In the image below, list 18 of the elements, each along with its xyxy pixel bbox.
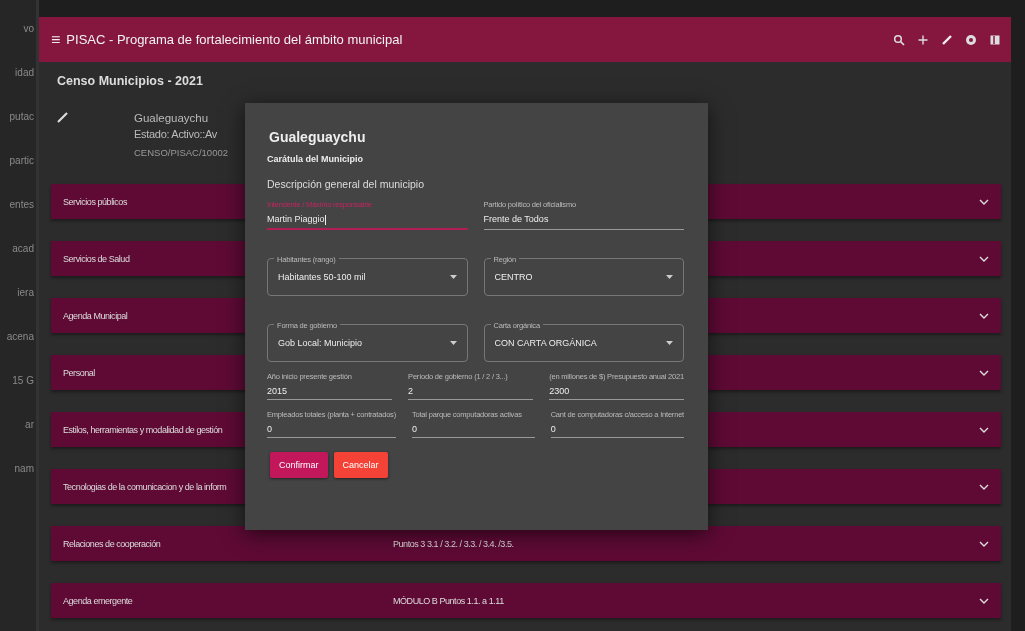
panel-title: Agenda Municipal <box>63 310 128 321</box>
panel-detail: MÓDULO B Puntos 1.1. a 1.11 <box>393 595 504 606</box>
panel-title: Servicios públicos <box>63 196 127 207</box>
record-name: Gualeguaychu <box>134 112 210 124</box>
panel-title: Tecnologias de la comunicacion y de la inform <box>63 481 227 492</box>
panel-title: Servicios de Salud <box>63 253 130 264</box>
record-code: CENSO/PISAC/10002 <box>134 147 228 158</box>
panel-title: Personal <box>63 367 95 378</box>
section-heading: Descripción general del municipio <box>267 178 425 190</box>
panel-title: Agenda emergente <box>63 595 133 606</box>
record-status: Estado: Activo::Av <box>134 128 219 140</box>
dialog-subtitle: Carátula del Municipio <box>267 154 364 164</box>
dialog-title: Gualeguaychu <box>269 129 367 145</box>
panel-detail: Puntos 3 3.1 / 3.2. / 3.3. / 3.4. /3.5. <box>393 538 514 549</box>
panel-title: Estilos, herramientas y modalidad de gestión <box>63 424 223 435</box>
panel-title: Relaciones de cooperación <box>63 538 161 549</box>
page-title: Censo Municipios - 2021 <box>56 73 204 88</box>
app-title: PISAC - Programa de fortalecimiento del ámbito municipal <box>66 32 404 47</box>
